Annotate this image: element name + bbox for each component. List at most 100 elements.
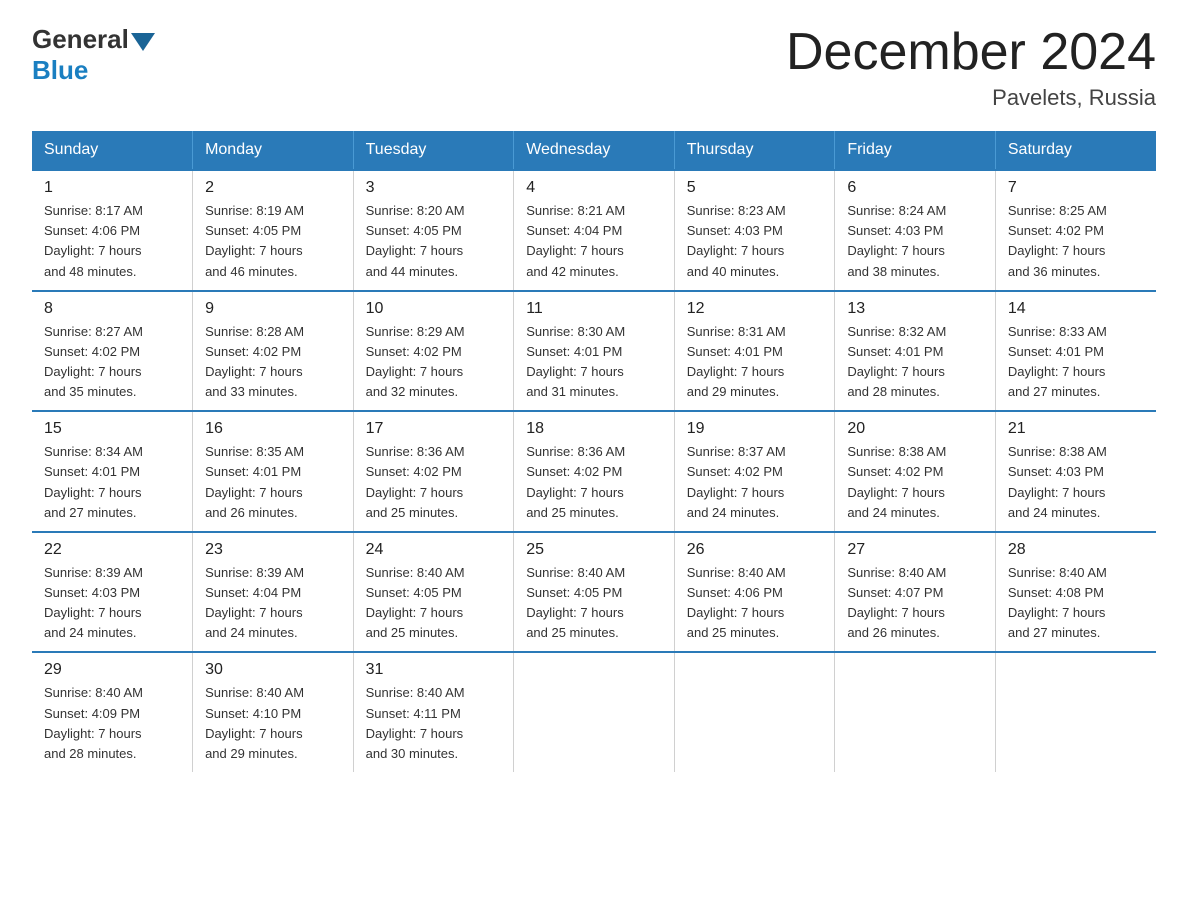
calendar-cell: 23 Sunrise: 8:39 AMSunset: 4:04 PMDaylig… <box>193 532 354 653</box>
day-number: 2 <box>205 179 341 197</box>
day-info: Sunrise: 8:17 AMSunset: 4:06 PMDaylight:… <box>44 203 143 278</box>
day-info: Sunrise: 8:37 AMSunset: 4:02 PMDaylight:… <box>687 444 786 519</box>
day-number: 21 <box>1008 420 1144 438</box>
header-monday: Monday <box>193 131 354 170</box>
calendar-cell: 4 Sunrise: 8:21 AMSunset: 4:04 PMDayligh… <box>514 170 675 291</box>
day-number: 7 <box>1008 179 1144 197</box>
day-number: 14 <box>1008 300 1144 318</box>
logo-arrow-icon <box>131 33 155 51</box>
day-number: 31 <box>366 661 502 679</box>
day-number: 5 <box>687 179 823 197</box>
day-info: Sunrise: 8:36 AMSunset: 4:02 PMDaylight:… <box>366 444 465 519</box>
calendar-cell: 2 Sunrise: 8:19 AMSunset: 4:05 PMDayligh… <box>193 170 354 291</box>
calendar-cell: 20 Sunrise: 8:38 AMSunset: 4:02 PMDaylig… <box>835 411 996 532</box>
day-info: Sunrise: 8:40 AMSunset: 4:06 PMDaylight:… <box>687 565 786 640</box>
page-header: General Blue December 2024 Pavelets, Rus… <box>32 24 1156 111</box>
calendar-cell: 6 Sunrise: 8:24 AMSunset: 4:03 PMDayligh… <box>835 170 996 291</box>
day-info: Sunrise: 8:40 AMSunset: 4:05 PMDaylight:… <box>366 565 465 640</box>
day-info: Sunrise: 8:40 AMSunset: 4:07 PMDaylight:… <box>847 565 946 640</box>
calendar-week-3: 15 Sunrise: 8:34 AMSunset: 4:01 PMDaylig… <box>32 411 1156 532</box>
calendar-week-2: 8 Sunrise: 8:27 AMSunset: 4:02 PMDayligh… <box>32 291 1156 412</box>
calendar-cell: 31 Sunrise: 8:40 AMSunset: 4:11 PMDaylig… <box>353 652 514 772</box>
calendar-cell: 17 Sunrise: 8:36 AMSunset: 4:02 PMDaylig… <box>353 411 514 532</box>
calendar-cell <box>995 652 1156 772</box>
calendar-body: 1 Sunrise: 8:17 AMSunset: 4:06 PMDayligh… <box>32 170 1156 772</box>
calendar-cell: 7 Sunrise: 8:25 AMSunset: 4:02 PMDayligh… <box>995 170 1156 291</box>
calendar-cell <box>514 652 675 772</box>
day-number: 11 <box>526 300 662 318</box>
calendar-cell: 26 Sunrise: 8:40 AMSunset: 4:06 PMDaylig… <box>674 532 835 653</box>
day-number: 6 <box>847 179 983 197</box>
day-info: Sunrise: 8:31 AMSunset: 4:01 PMDaylight:… <box>687 324 786 399</box>
day-info: Sunrise: 8:29 AMSunset: 4:02 PMDaylight:… <box>366 324 465 399</box>
day-info: Sunrise: 8:27 AMSunset: 4:02 PMDaylight:… <box>44 324 143 399</box>
day-number: 13 <box>847 300 983 318</box>
day-number: 15 <box>44 420 180 438</box>
header-sunday: Sunday <box>32 131 193 170</box>
day-info: Sunrise: 8:40 AMSunset: 4:09 PMDaylight:… <box>44 685 143 760</box>
calendar-cell: 16 Sunrise: 8:35 AMSunset: 4:01 PMDaylig… <box>193 411 354 532</box>
day-info: Sunrise: 8:40 AMSunset: 4:10 PMDaylight:… <box>205 685 304 760</box>
day-info: Sunrise: 8:35 AMSunset: 4:01 PMDaylight:… <box>205 444 304 519</box>
day-info: Sunrise: 8:20 AMSunset: 4:05 PMDaylight:… <box>366 203 465 278</box>
day-info: Sunrise: 8:24 AMSunset: 4:03 PMDaylight:… <box>847 203 946 278</box>
calendar-cell: 27 Sunrise: 8:40 AMSunset: 4:07 PMDaylig… <box>835 532 996 653</box>
day-info: Sunrise: 8:23 AMSunset: 4:03 PMDaylight:… <box>687 203 786 278</box>
header-wednesday: Wednesday <box>514 131 675 170</box>
day-number: 9 <box>205 300 341 318</box>
day-number: 22 <box>44 541 180 559</box>
day-number: 18 <box>526 420 662 438</box>
calendar-cell: 14 Sunrise: 8:33 AMSunset: 4:01 PMDaylig… <box>995 291 1156 412</box>
calendar-cell <box>835 652 996 772</box>
day-info: Sunrise: 8:40 AMSunset: 4:11 PMDaylight:… <box>366 685 465 760</box>
calendar-cell: 13 Sunrise: 8:32 AMSunset: 4:01 PMDaylig… <box>835 291 996 412</box>
day-info: Sunrise: 8:38 AMSunset: 4:03 PMDaylight:… <box>1008 444 1107 519</box>
day-info: Sunrise: 8:33 AMSunset: 4:01 PMDaylight:… <box>1008 324 1107 399</box>
day-info: Sunrise: 8:25 AMSunset: 4:02 PMDaylight:… <box>1008 203 1107 278</box>
day-number: 10 <box>366 300 502 318</box>
day-number: 29 <box>44 661 180 679</box>
calendar-cell: 12 Sunrise: 8:31 AMSunset: 4:01 PMDaylig… <box>674 291 835 412</box>
calendar-cell: 24 Sunrise: 8:40 AMSunset: 4:05 PMDaylig… <box>353 532 514 653</box>
month-title: December 2024 <box>786 24 1156 81</box>
day-number: 17 <box>366 420 502 438</box>
day-info: Sunrise: 8:19 AMSunset: 4:05 PMDaylight:… <box>205 203 304 278</box>
day-info: Sunrise: 8:39 AMSunset: 4:04 PMDaylight:… <box>205 565 304 640</box>
day-number: 26 <box>687 541 823 559</box>
calendar-cell: 29 Sunrise: 8:40 AMSunset: 4:09 PMDaylig… <box>32 652 193 772</box>
header-tuesday: Tuesday <box>353 131 514 170</box>
calendar-cell: 9 Sunrise: 8:28 AMSunset: 4:02 PMDayligh… <box>193 291 354 412</box>
calendar-cell: 18 Sunrise: 8:36 AMSunset: 4:02 PMDaylig… <box>514 411 675 532</box>
calendar-cell: 28 Sunrise: 8:40 AMSunset: 4:08 PMDaylig… <box>995 532 1156 653</box>
logo-blue: Blue <box>32 55 88 86</box>
day-number: 28 <box>1008 541 1144 559</box>
day-number: 12 <box>687 300 823 318</box>
calendar-cell: 15 Sunrise: 8:34 AMSunset: 4:01 PMDaylig… <box>32 411 193 532</box>
day-number: 8 <box>44 300 180 318</box>
day-number: 20 <box>847 420 983 438</box>
logo-text: General <box>32 24 157 55</box>
calendar-week-4: 22 Sunrise: 8:39 AMSunset: 4:03 PMDaylig… <box>32 532 1156 653</box>
calendar-header: Sunday Monday Tuesday Wednesday Thursday… <box>32 131 1156 170</box>
day-number: 16 <box>205 420 341 438</box>
calendar-table: Sunday Monday Tuesday Wednesday Thursday… <box>32 131 1156 772</box>
day-number: 1 <box>44 179 180 197</box>
calendar-cell <box>674 652 835 772</box>
calendar-cell: 22 Sunrise: 8:39 AMSunset: 4:03 PMDaylig… <box>32 532 193 653</box>
calendar-cell: 8 Sunrise: 8:27 AMSunset: 4:02 PMDayligh… <box>32 291 193 412</box>
day-info: Sunrise: 8:38 AMSunset: 4:02 PMDaylight:… <box>847 444 946 519</box>
day-info: Sunrise: 8:32 AMSunset: 4:01 PMDaylight:… <box>847 324 946 399</box>
day-info: Sunrise: 8:36 AMSunset: 4:02 PMDaylight:… <box>526 444 625 519</box>
day-info: Sunrise: 8:40 AMSunset: 4:08 PMDaylight:… <box>1008 565 1107 640</box>
header-saturday: Saturday <box>995 131 1156 170</box>
header-friday: Friday <box>835 131 996 170</box>
calendar-cell: 11 Sunrise: 8:30 AMSunset: 4:01 PMDaylig… <box>514 291 675 412</box>
day-info: Sunrise: 8:28 AMSunset: 4:02 PMDaylight:… <box>205 324 304 399</box>
day-number: 24 <box>366 541 502 559</box>
header-thursday: Thursday <box>674 131 835 170</box>
day-info: Sunrise: 8:40 AMSunset: 4:05 PMDaylight:… <box>526 565 625 640</box>
title-section: December 2024 Pavelets, Russia <box>786 24 1156 111</box>
calendar-cell: 10 Sunrise: 8:29 AMSunset: 4:02 PMDaylig… <box>353 291 514 412</box>
calendar-cell: 19 Sunrise: 8:37 AMSunset: 4:02 PMDaylig… <box>674 411 835 532</box>
day-info: Sunrise: 8:34 AMSunset: 4:01 PMDaylight:… <box>44 444 143 519</box>
